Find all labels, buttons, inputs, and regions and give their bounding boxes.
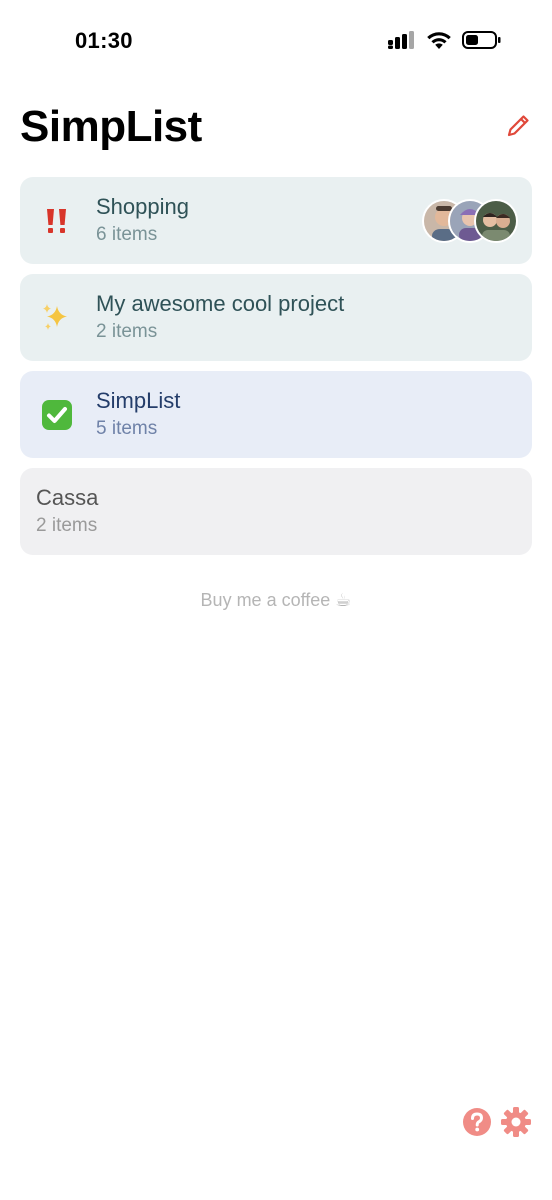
list-item-count: 2 items — [36, 515, 98, 536]
list-title: My awesome cool project — [96, 291, 345, 316]
list-title: SimpList — [96, 388, 181, 413]
pencil-icon — [506, 114, 530, 143]
status-icons — [388, 30, 502, 50]
list-item-cassa[interactable]: Cassa 2 items — [20, 468, 532, 555]
header: SimpList — [20, 100, 532, 160]
list-title: Cassa — [36, 485, 99, 510]
help-button[interactable] — [462, 1107, 492, 1137]
edit-button[interactable] — [504, 114, 532, 142]
wifi-icon — [426, 31, 452, 50]
list-item-count: 2 items — [96, 321, 158, 342]
list-item-count: 5 items — [96, 418, 158, 439]
page-title: SimpList — [20, 102, 202, 151]
status-time: 01:30 — [75, 28, 133, 53]
shared-avatars — [422, 199, 518, 243]
list-item-simplist[interactable]: SimpList 5 items — [20, 371, 532, 458]
list-item-shopping[interactable]: Shopping 6 items — [20, 177, 532, 264]
list-item-count: 6 items — [96, 224, 158, 245]
list-title: Shopping — [96, 194, 189, 219]
check-mark-icon — [40, 398, 74, 432]
double-exclamation-icon — [40, 204, 74, 238]
gear-icon — [500, 1107, 532, 1142]
avatar — [474, 199, 518, 243]
sparkles-icon — [40, 301, 74, 335]
battery-icon — [462, 30, 502, 50]
buy-me-a-coffee-link[interactable]: Buy me a coffee ☕ — [0, 590, 552, 611]
settings-button[interactable] — [500, 1106, 532, 1138]
status-bar: 01:30 — [0, 0, 552, 84]
list-item-my-awesome-cool-project[interactable]: My awesome cool project 2 items — [20, 274, 532, 361]
lists-container: Shopping 6 items My awesome cool project… — [20, 177, 532, 565]
help-icon — [462, 1108, 492, 1141]
home-screen: 01:30 SimpList Shopping 6 items My aweso… — [0, 0, 552, 1200]
cellular-signal-icon — [388, 31, 416, 49]
